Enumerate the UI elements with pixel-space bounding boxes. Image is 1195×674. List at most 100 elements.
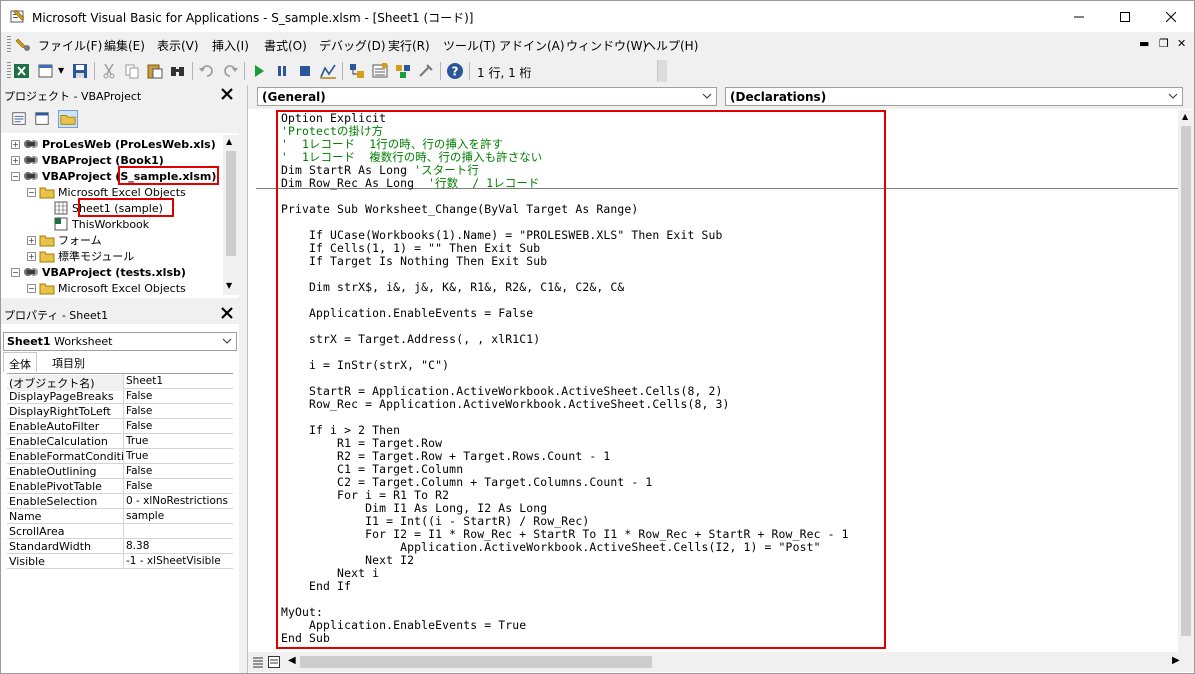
- scroll-thumb[interactable]: [1181, 126, 1191, 636]
- procedure-view-icon[interactable]: [252, 656, 264, 668]
- vba-menu-icon[interactable]: [15, 36, 31, 52]
- object-dropdown[interactable]: (General): [257, 87, 717, 106]
- run-icon[interactable]: [250, 62, 268, 80]
- property-row[interactable]: ScrollArea: [7, 524, 233, 539]
- find-icon[interactable]: [169, 62, 187, 80]
- menu-help[interactable]: ヘルプ(H): [644, 37, 698, 54]
- property-value[interactable]: False: [126, 480, 232, 492]
- scroll-thumb[interactable]: [226, 151, 236, 256]
- copy-icon[interactable]: [123, 62, 141, 80]
- close-icon[interactable]: [219, 305, 235, 321]
- scroll-right-icon[interactable]: ▶: [1172, 655, 1180, 666]
- property-value[interactable]: False: [126, 420, 232, 432]
- help-icon[interactable]: ?: [446, 62, 464, 80]
- project-scrollbar[interactable]: ▲ ▼: [223, 135, 239, 295]
- property-row[interactable]: DisplayPageBreaks False: [7, 389, 233, 404]
- code-vertical-scrollbar[interactable]: ▲: [1178, 110, 1194, 652]
- property-row[interactable]: EnablePivotTable False: [7, 479, 233, 494]
- property-row[interactable]: EnableCalculation True: [7, 434, 233, 449]
- tree-node[interactable]: + 標準モジュール: [27, 248, 134, 264]
- scroll-up-icon[interactable]: ▲: [1182, 112, 1188, 121]
- tree-node[interactable]: − Microsoft Excel Objects: [27, 280, 186, 295]
- toggle-folders-icon[interactable]: [58, 110, 78, 128]
- property-value[interactable]: True: [126, 450, 232, 462]
- object-browser-icon[interactable]: [394, 62, 412, 80]
- menu-run[interactable]: 実行(R): [388, 37, 430, 54]
- save-icon[interactable]: [71, 62, 89, 80]
- property-row[interactable]: Name sample: [7, 509, 233, 524]
- collapse-icon[interactable]: +: [11, 155, 20, 165]
- property-value[interactable]: 0 - xlNoRestrictions: [126, 495, 232, 507]
- property-row[interactable]: (オブジェクト名) Sheet1: [7, 374, 233, 391]
- property-value[interactable]: Sheet1: [126, 375, 232, 387]
- menu-addins[interactable]: アドイン(A): [499, 37, 565, 54]
- tab-categorized[interactable]: 項目別: [47, 352, 90, 372]
- property-value[interactable]: sample: [126, 510, 232, 522]
- scroll-up-icon[interactable]: ▲: [226, 137, 232, 146]
- mdi-minimize-icon[interactable]: ▬: [1139, 37, 1149, 50]
- tree-node[interactable]: + ProLesWeb (ProLesWeb.xls): [11, 136, 216, 152]
- property-row[interactable]: Visible -1 - xlSheetVisible: [7, 554, 233, 569]
- object-combo[interactable]: Sheet1 Worksheet: [3, 332, 237, 351]
- close-button[interactable]: [1148, 1, 1194, 32]
- break-icon[interactable]: [273, 62, 291, 80]
- property-row[interactable]: EnableFormatConditionsTrue: [7, 449, 233, 464]
- property-row[interactable]: EnableOutlining False: [7, 464, 233, 479]
- undo-icon[interactable]: [198, 62, 216, 80]
- full-module-view-icon[interactable]: [268, 656, 280, 668]
- collapse-icon[interactable]: +: [27, 235, 36, 245]
- expand-icon[interactable]: −: [27, 187, 36, 197]
- scroll-down-icon[interactable]: ▼: [226, 281, 232, 290]
- reset-icon[interactable]: [296, 62, 314, 80]
- toolbox-icon[interactable]: [417, 62, 435, 80]
- view-object-icon[interactable]: [32, 110, 52, 128]
- procedure-dropdown[interactable]: (Declarations): [725, 87, 1183, 106]
- property-value[interactable]: True: [126, 435, 232, 447]
- code-horizontal-scrollbar[interactable]: ◀ ▶: [248, 652, 1194, 672]
- design-mode-icon[interactable]: [319, 62, 337, 80]
- excel-view-icon[interactable]: [13, 62, 31, 80]
- menu-file[interactable]: ファイル(F): [38, 37, 102, 54]
- menu-format[interactable]: 書式(O): [264, 37, 307, 54]
- tree-node[interactable]: + フォーム: [27, 232, 102, 248]
- tree-node-selected[interactable]: Sheet1 (sample): [53, 200, 163, 216]
- tree-node[interactable]: − Microsoft Excel Objects: [27, 184, 186, 200]
- mdi-close-icon[interactable]: ✕: [1177, 37, 1186, 50]
- insert-dropdown-icon[interactable]: ▼: [58, 66, 64, 75]
- property-row[interactable]: DisplayRightToLeft False: [7, 404, 233, 419]
- view-code-icon[interactable]: [9, 110, 29, 128]
- menu-tools[interactable]: ツール(T): [443, 37, 496, 54]
- project-explorer-icon[interactable]: [348, 62, 366, 80]
- property-value[interactable]: False: [126, 405, 232, 417]
- scroll-thumb[interactable]: [300, 656, 652, 668]
- minimize-button[interactable]: [1056, 1, 1102, 32]
- expand-icon[interactable]: −: [27, 283, 36, 293]
- property-value[interactable]: -1 - xlSheetVisible: [126, 555, 232, 567]
- tree-node[interactable]: ThisWorkbook: [53, 216, 149, 232]
- redo-icon[interactable]: [221, 62, 239, 80]
- cut-icon[interactable]: [100, 62, 118, 80]
- tab-alphabetic[interactable]: 全体: [3, 352, 37, 372]
- toolbar-options-button[interactable]: [657, 60, 667, 82]
- property-value[interactable]: 8.38: [126, 540, 232, 552]
- code-editor[interactable]: Option Explicit 'Protectの掛け方 ' 1レコード 1行の時、…: [256, 110, 1178, 652]
- expand-icon[interactable]: −: [11, 171, 20, 181]
- tree-node[interactable]: − VBAProject (tests.xlsb): [11, 264, 186, 280]
- menu-insert[interactable]: 挿入(I): [212, 37, 249, 54]
- property-value[interactable]: False: [126, 465, 232, 477]
- menu-edit[interactable]: 編集(E): [104, 37, 145, 54]
- mdi-restore-icon[interactable]: ❐: [1159, 37, 1169, 50]
- close-icon[interactable]: [219, 86, 235, 102]
- menubar-grip[interactable]: [7, 36, 11, 54]
- property-row[interactable]: EnableSelection 0 - xlNoRestrictions: [7, 494, 233, 509]
- collapse-icon[interactable]: +: [27, 251, 36, 261]
- expand-icon[interactable]: −: [11, 267, 20, 277]
- toolbar-grip[interactable]: [7, 62, 11, 80]
- property-row[interactable]: EnableAutoFilter False: [7, 419, 233, 434]
- property-value[interactable]: False: [126, 390, 232, 402]
- menu-view[interactable]: 表示(V): [157, 37, 199, 54]
- menu-debug[interactable]: デバッグ(D): [319, 37, 386, 54]
- insert-userform-icon[interactable]: [37, 62, 55, 80]
- collapse-icon[interactable]: +: [11, 139, 20, 149]
- tree-node[interactable]: + VBAProject (Book1): [11, 152, 164, 168]
